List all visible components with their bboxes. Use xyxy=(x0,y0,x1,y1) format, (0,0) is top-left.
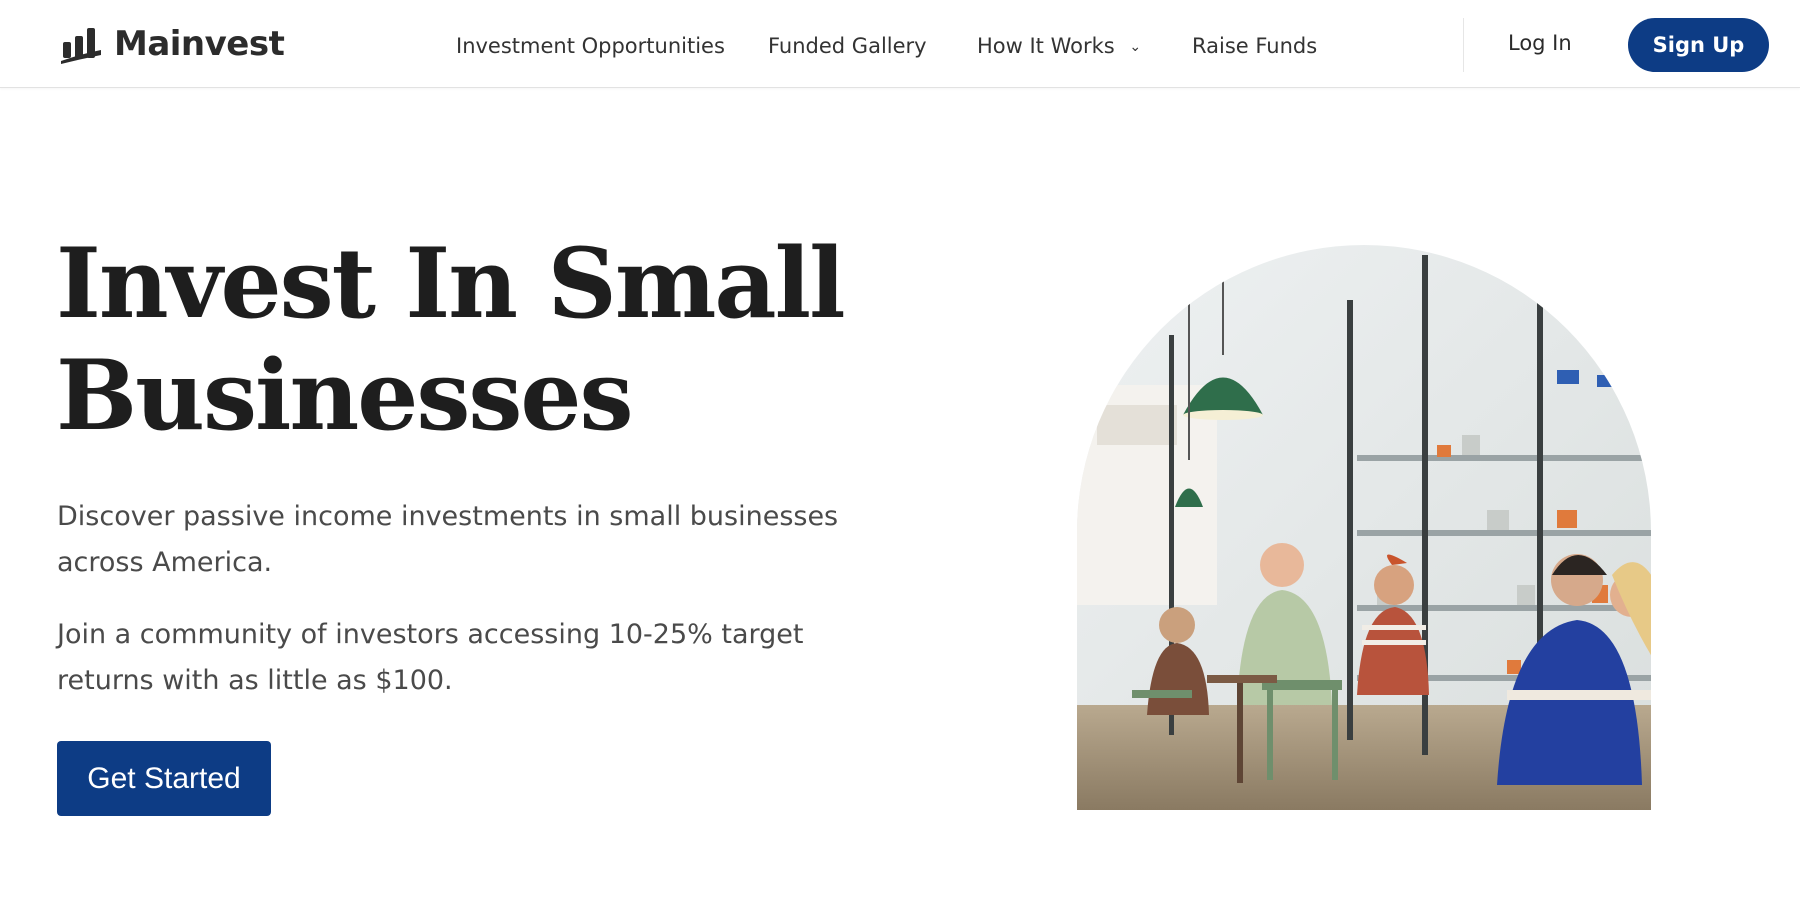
nav-label: Investment Opportunities xyxy=(456,34,725,58)
login-link[interactable]: Log In xyxy=(1508,28,1572,58)
hero-title-line-1: Invest In Small xyxy=(56,227,846,340)
nav-label: How It Works xyxy=(977,34,1115,58)
nav-label: Funded Gallery xyxy=(768,34,927,58)
nav-label: Raise Funds xyxy=(1192,34,1318,58)
nav-raise-funds[interactable]: Raise Funds xyxy=(1192,28,1317,64)
nav-funded-gallery[interactable]: Funded Gallery xyxy=(768,28,927,64)
nav-investment-opportunities[interactable]: Investment Opportunities xyxy=(456,28,725,64)
nav-divider xyxy=(1463,18,1464,72)
hero-description: Discover passive income investments in s… xyxy=(57,501,839,578)
hero-title: Invest In Small Businesses xyxy=(56,228,916,452)
sign-up-button[interactable]: Sign Up xyxy=(1628,18,1769,72)
hero-title-line-2: Businesses xyxy=(56,339,634,452)
hero-returns-text: Join a community of investors accessing … xyxy=(57,619,804,696)
nav-how-it-works[interactable]: How It Works ⌄ xyxy=(977,28,1141,64)
site-header: Mainvest Investment Opportunities Funded… xyxy=(0,0,1800,88)
cafe-interior-photo xyxy=(1077,245,1651,810)
get-started-button[interactable]: Get Started xyxy=(57,741,271,816)
chevron-down-icon: ⌄ xyxy=(1129,39,1142,55)
